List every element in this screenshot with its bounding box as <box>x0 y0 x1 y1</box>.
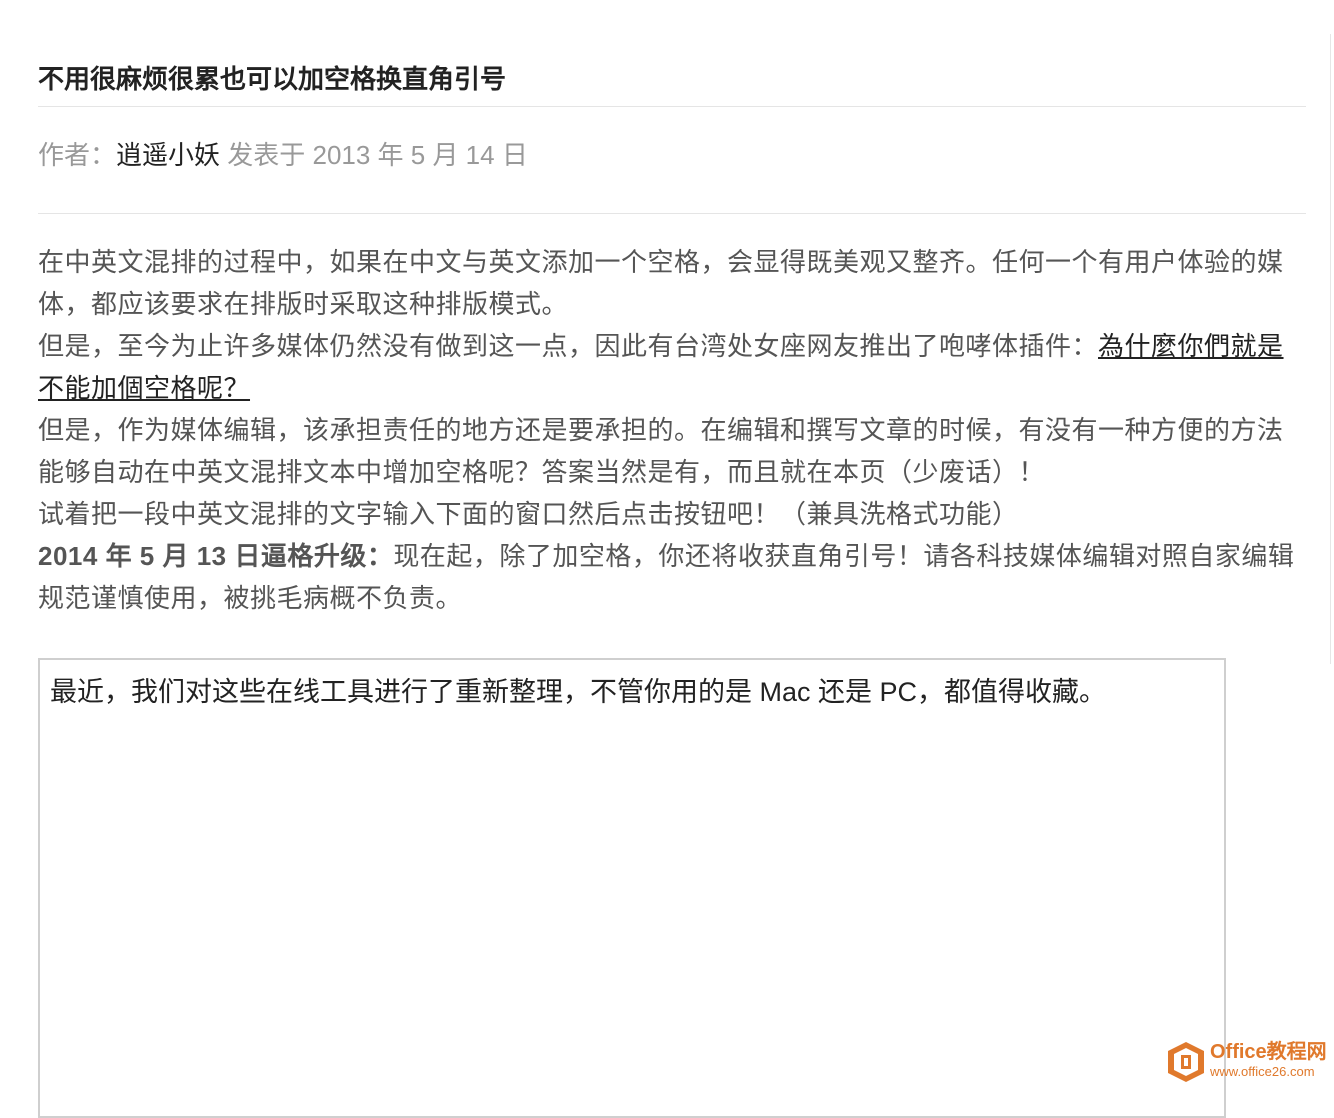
author-name[interactable]: 逍遥小妖 <box>116 140 220 170</box>
paragraph-intro: 在中英文混排的过程中，如果在中文与英文添加一个空格，会显得既美观又整齐。任何一个… <box>38 247 1284 319</box>
paragraph-plugin: 但是，至今为止许多媒体仍然没有做到这一点，因此有台湾处女座网友推出了咆哮体插件：… <box>38 325 1306 409</box>
watermark: Office教程网 www.office26.com <box>1166 1040 1327 1084</box>
watermark-title: Office教程网 <box>1210 1041 1327 1063</box>
author-label: 作者： <box>38 140 117 170</box>
upgrade-date-label: 2014 年 5 月 13 日逼格升级： <box>38 541 394 571</box>
publish-date: 发表于 2013 年 5 月 14 日 <box>220 140 528 170</box>
watermark-url: www.office26.com <box>1210 1064 1315 1079</box>
article: 不用很麻烦很累也可以加空格换直角引号 作者：逍遥小妖 发表于 2013 年 5 … <box>38 0 1306 619</box>
meta-section: 作者：逍遥小妖 发表于 2013 年 5 月 14 日 <box>38 107 1306 214</box>
paragraph-editor: 但是，作为媒体编辑，该承担责任的地方还是要承担的。在编辑和撰写文章的时候，有没有… <box>38 415 1284 487</box>
article-body: 在中英文混排的过程中，如果在中文与英文添加一个空格，会显得既美观又整齐。任何一个… <box>38 214 1306 619</box>
paragraph-upgrade: 2014 年 5 月 13 日逼格升级：现在起，除了加空格，你还将收获直角引号！… <box>38 535 1306 619</box>
article-meta: 作者：逍遥小妖 发表于 2013 年 5 月 14 日 <box>38 137 528 173</box>
office-logo-icon <box>1168 1042 1204 1082</box>
scrollbar-edge[interactable] <box>1330 34 1334 664</box>
title-section: 不用很麻烦很累也可以加空格换直角引号 <box>38 0 1306 107</box>
page-title: 不用很麻烦很累也可以加空格换直角引号 <box>38 64 507 94</box>
paragraph-plugin-text: 但是，至今为止许多媒体仍然没有做到这一点，因此有台湾处女座网友推出了咆哮体插件： <box>38 331 1099 361</box>
text-input-area[interactable]: 最近，我们对这些在线工具进行了重新整理，不管你用的是 Mac 还是 PC，都值得… <box>38 658 1226 1118</box>
paragraph-instruction: 试着把一段中英文混排的文字输入下面的窗口然后点击按钮吧！（兼具洗格式功能） <box>38 499 1019 529</box>
